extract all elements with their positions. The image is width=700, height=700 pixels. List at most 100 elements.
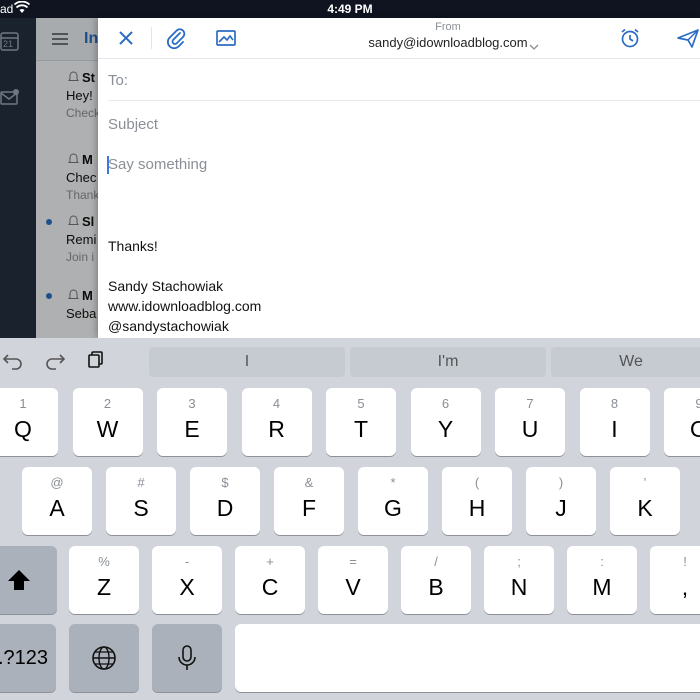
key-label: G: [384, 495, 402, 521]
key-label: F: [301, 495, 317, 521]
globe-key[interactable]: [69, 624, 139, 692]
key-label: A: [49, 495, 65, 521]
keyboard-toolbar: I I'm We: [0, 338, 700, 384]
image-icon[interactable]: [214, 26, 238, 50]
key-f[interactable]: & F: [274, 467, 344, 535]
microphone-key[interactable]: [152, 624, 222, 692]
compose-toolbar: From sandy@idownloadblog.com: [98, 18, 700, 59]
signature-name: Sandy Stachowiak: [108, 278, 224, 294]
body-thanks: Thanks!: [108, 238, 158, 254]
subject-field[interactable]: Subject: [108, 101, 700, 143]
key-n[interactable]: ; N: [484, 546, 554, 614]
space-bar[interactable]: [235, 624, 700, 692]
compose-sheet: From sandy@idownloadblog.com To: Subject…: [98, 18, 700, 338]
key-alt-label: 2: [103, 396, 112, 411]
key-i[interactable]: 8I: [579, 388, 650, 456]
key-alt-label: ;: [517, 554, 521, 569]
shift-icon: [7, 570, 30, 590]
key-alt-label: *: [390, 475, 396, 490]
key-d[interactable]: $ D: [190, 467, 260, 535]
key-label: J: [555, 495, 567, 521]
key-alt-label: ): [558, 475, 564, 490]
undo-icon[interactable]: [2, 350, 24, 375]
key-label: O: [690, 416, 700, 442]
subject-placeholder: Subject: [108, 116, 159, 133]
key-alt-label: &: [304, 475, 314, 490]
key-z[interactable]: % Z: [69, 546, 139, 614]
key-s[interactable]: # S: [106, 467, 176, 535]
microphone-icon: [178, 645, 196, 670]
key-alt-label: ’: [643, 475, 647, 490]
toolbar-divider: [151, 27, 152, 49]
signature-website: www.idownloadblog.com: [108, 298, 262, 314]
key-b[interactable]: / B: [401, 546, 471, 614]
key-h[interactable]: (H: [442, 467, 512, 535]
key-m[interactable]: :M: [567, 546, 637, 614]
suggestion-2[interactable]: I'm: [350, 347, 546, 377]
to-field[interactable]: To:: [108, 58, 700, 101]
keyboard: I I'm We 1Q2W3E4R5T6Y7U8I9O @ A # S $ D & F * G(H…: [0, 338, 700, 700]
key-label: B: [428, 574, 444, 600]
body-placeholder[interactable]: Say something: [108, 156, 207, 173]
key-o[interactable]: 9O: [664, 388, 700, 456]
numbers-key-label: .?123: [0, 646, 49, 669]
key-e[interactable]: 3E: [157, 388, 227, 456]
key-label: U: [521, 416, 539, 442]
key-v[interactable]: = V: [318, 546, 388, 614]
signature-handle: @sandystachowiak: [108, 318, 229, 334]
key-label: C: [261, 574, 279, 600]
suggestion-1[interactable]: I: [149, 347, 345, 377]
shift-key[interactable]: [0, 546, 57, 614]
key-alt-label: 5: [357, 396, 365, 411]
key-alt-label: +: [266, 554, 274, 569]
key-label: H: [468, 495, 486, 521]
key-label: I: [611, 416, 618, 442]
key-label: R: [268, 416, 285, 442]
redo-icon[interactable]: [44, 350, 66, 375]
key-alt-label: :: [600, 554, 604, 569]
send-later-icon[interactable]: [676, 26, 700, 50]
globe-icon: [92, 646, 116, 670]
key-alt-label: 3: [188, 396, 196, 411]
key-k[interactable]: ’ K: [610, 467, 680, 535]
key-w[interactable]: 2W: [72, 388, 143, 456]
key-c[interactable]: + C: [235, 546, 305, 614]
numbers-key[interactable]: .?123: [0, 624, 56, 692]
key-alt-label: !: [683, 554, 687, 569]
key-alt-label: 9: [695, 396, 700, 411]
key-a[interactable]: @ A: [22, 467, 92, 535]
chevron-down-icon[interactable]: [529, 38, 539, 56]
key-alt-label: 8: [610, 396, 619, 411]
key-alt-label: 7: [526, 396, 534, 411]
key-u[interactable]: 7U: [495, 388, 565, 456]
key-label: M: [592, 574, 612, 600]
key-alt-label: -: [184, 554, 190, 569]
from-address[interactable]: sandy@idownloadblog.com: [348, 35, 548, 50]
key-g[interactable]: * G: [358, 467, 428, 535]
key-x[interactable]: -X: [152, 546, 222, 614]
key-alt-label: =: [349, 554, 357, 569]
key-label: Q: [14, 416, 32, 442]
key-comma[interactable]: !,: [650, 546, 700, 614]
key-label: W: [96, 416, 119, 442]
from-label: From: [435, 21, 461, 33]
key-alt-label: %: [98, 554, 110, 569]
key-label: X: [179, 574, 195, 600]
alarm-clock-icon[interactable]: [618, 26, 642, 50]
key-alt-label: (: [474, 475, 480, 490]
close-icon[interactable]: [114, 26, 138, 50]
key-y[interactable]: 6Y: [410, 388, 481, 456]
key-t[interactable]: 5T: [326, 388, 396, 456]
key-q[interactable]: 1Q: [0, 388, 58, 456]
key-j[interactable]: ) J: [526, 467, 596, 535]
key-alt-label: 6: [441, 396, 450, 411]
key-label: D: [216, 495, 234, 521]
status-bar: ad 4:49 PM: [0, 0, 700, 18]
paste-icon[interactable]: [86, 350, 106, 375]
key-alt-label: #: [137, 475, 145, 490]
key-label: T: [353, 416, 369, 442]
paperclip-icon[interactable]: [164, 26, 188, 50]
key-r[interactable]: 4R: [241, 388, 312, 456]
suggestion-3[interactable]: We: [551, 347, 700, 377]
key-label: Z: [96, 574, 112, 600]
